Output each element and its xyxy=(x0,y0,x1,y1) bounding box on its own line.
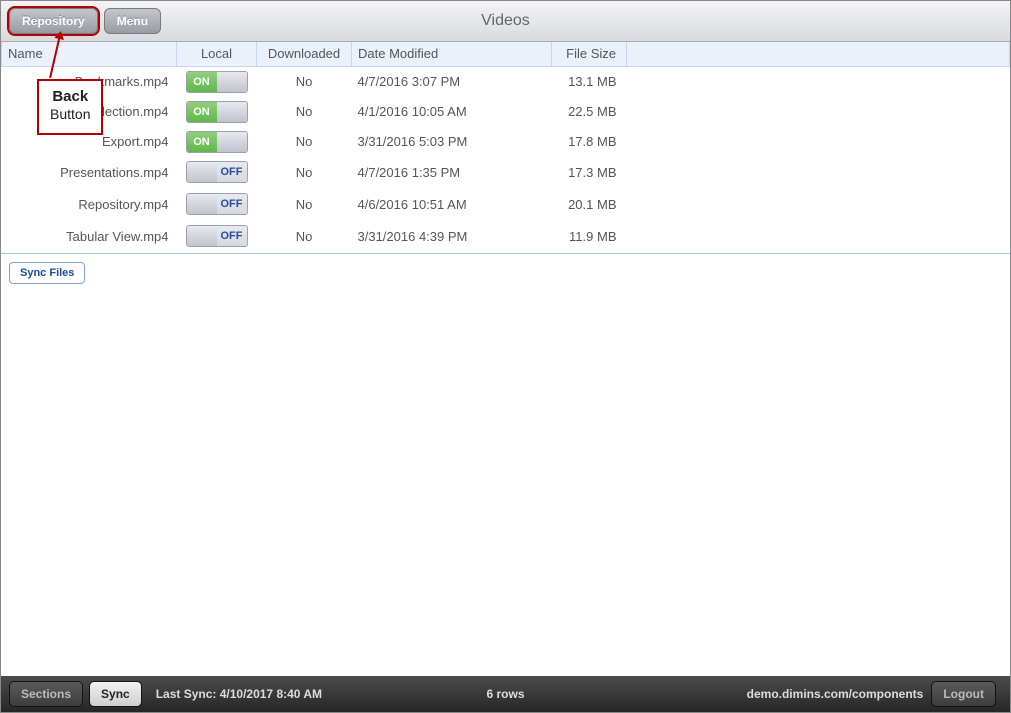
cell-size: 20.1 MB xyxy=(552,189,627,221)
cell-local: ON xyxy=(177,127,257,157)
cell-name: Tabular View.mp4 xyxy=(2,221,177,253)
cell-name: Repository.mp4 xyxy=(2,189,177,221)
footer-domain: demo.dimins.com/components xyxy=(747,687,924,701)
cell-empty xyxy=(627,157,1010,189)
cell-size: 22.5 MB xyxy=(552,97,627,127)
cell-date: 4/7/2016 3:07 PM xyxy=(352,66,552,97)
toggle-thumb xyxy=(217,102,247,122)
footer-sections-button[interactable]: Sections xyxy=(9,681,83,707)
toggle-thumb xyxy=(217,132,247,152)
footer-logout-button[interactable]: Logout xyxy=(931,681,996,707)
cell-size: 17.3 MB xyxy=(552,157,627,189)
cell-date: 3/31/2016 4:39 PM xyxy=(352,221,552,253)
cell-date: 4/1/2016 10:05 AM xyxy=(352,97,552,127)
table-row[interactable]: Presentations.mp4 OFF No4/7/2016 1:35 PM17… xyxy=(2,157,1010,189)
local-toggle[interactable]: ON xyxy=(186,71,248,93)
cell-downloaded: No xyxy=(257,189,352,221)
toggle-thumb xyxy=(217,72,247,92)
local-toggle[interactable]: OFF xyxy=(186,193,248,215)
local-toggle[interactable]: ON xyxy=(186,131,248,153)
cell-date: 4/6/2016 10:51 AM xyxy=(352,189,552,221)
col-header-empty xyxy=(627,42,1010,66)
cell-downloaded: No xyxy=(257,157,352,189)
table-row[interactable]: Column Selection.mp4ONNo4/1/2016 10:05 A… xyxy=(2,97,1010,127)
back-button[interactable]: Repository xyxy=(9,8,98,34)
cell-local: ON xyxy=(177,66,257,97)
table-row[interactable]: Repository.mp4 OFF No4/6/2016 10:51 AM20.1… xyxy=(2,189,1010,221)
toggle-thumb xyxy=(187,162,217,182)
cell-size: 17.8 MB xyxy=(552,127,627,157)
header-toolbar: Repository Menu Videos xyxy=(1,1,1010,42)
cell-local: OFF xyxy=(177,221,257,253)
col-header-downloaded[interactable]: Downloaded xyxy=(257,42,352,66)
table-row[interactable]: Bookmarks.mp4ONNo4/7/2016 3:07 PM13.1 MB xyxy=(2,66,1010,97)
toggle-label: OFF xyxy=(217,226,247,246)
cell-empty xyxy=(627,97,1010,127)
menu-button[interactable]: Menu xyxy=(104,8,161,34)
callout-box: Back Button xyxy=(37,79,103,135)
local-toggle[interactable]: ON xyxy=(186,101,248,123)
cell-size: 13.1 MB xyxy=(552,66,627,97)
footer-sync-button[interactable]: Sync xyxy=(89,681,142,707)
callout-line1: Back xyxy=(50,88,90,106)
cell-empty xyxy=(627,189,1010,221)
toggle-label: ON xyxy=(187,132,217,152)
toggle-label: OFF xyxy=(217,194,247,214)
col-header-size[interactable]: File Size xyxy=(552,42,627,66)
cell-local: OFF xyxy=(177,189,257,221)
footer-bar: Sections Sync Last Sync: 4/10/2017 8:40 … xyxy=(1,676,1010,712)
toggle-thumb xyxy=(187,226,217,246)
cell-empty xyxy=(627,66,1010,97)
cell-size: 11.9 MB xyxy=(552,221,627,253)
sync-files-button[interactable]: Sync Files xyxy=(9,262,85,284)
cell-local: OFF xyxy=(177,157,257,189)
toggle-thumb xyxy=(187,194,217,214)
cell-empty xyxy=(627,221,1010,253)
cell-downloaded: No xyxy=(257,221,352,253)
table-header-row: Name Local Downloaded Date Modified File… xyxy=(2,42,1010,66)
toggle-label: ON xyxy=(187,102,217,122)
cell-downloaded: No xyxy=(257,66,352,97)
table-row[interactable]: Export.mp4ONNo3/31/2016 5:03 PM17.8 MB xyxy=(2,127,1010,157)
col-header-local[interactable]: Local xyxy=(177,42,257,66)
local-toggle[interactable]: OFF xyxy=(186,225,248,247)
table-row[interactable]: Tabular View.mp4 OFF No3/31/2016 4:39 PM11… xyxy=(2,221,1010,253)
col-header-name[interactable]: Name xyxy=(2,42,177,66)
cell-local: ON xyxy=(177,97,257,127)
col-header-date[interactable]: Date Modified xyxy=(352,42,552,66)
cell-name: Presentations.mp4 xyxy=(2,157,177,189)
cell-date: 4/7/2016 1:35 PM xyxy=(352,157,552,189)
file-table: Name Local Downloaded Date Modified File… xyxy=(1,42,1010,254)
cell-date: 3/31/2016 5:03 PM xyxy=(352,127,552,157)
cell-downloaded: No xyxy=(257,127,352,157)
footer-row-count: 6 rows xyxy=(486,687,524,701)
toggle-label: OFF xyxy=(217,162,247,182)
local-toggle[interactable]: OFF xyxy=(186,161,248,183)
toggle-label: ON xyxy=(187,72,217,92)
cell-downloaded: No xyxy=(257,97,352,127)
callout-line2: Button xyxy=(50,106,90,123)
cell-empty xyxy=(627,127,1010,157)
footer-last-sync: Last Sync: 4/10/2017 8:40 AM xyxy=(156,687,322,701)
